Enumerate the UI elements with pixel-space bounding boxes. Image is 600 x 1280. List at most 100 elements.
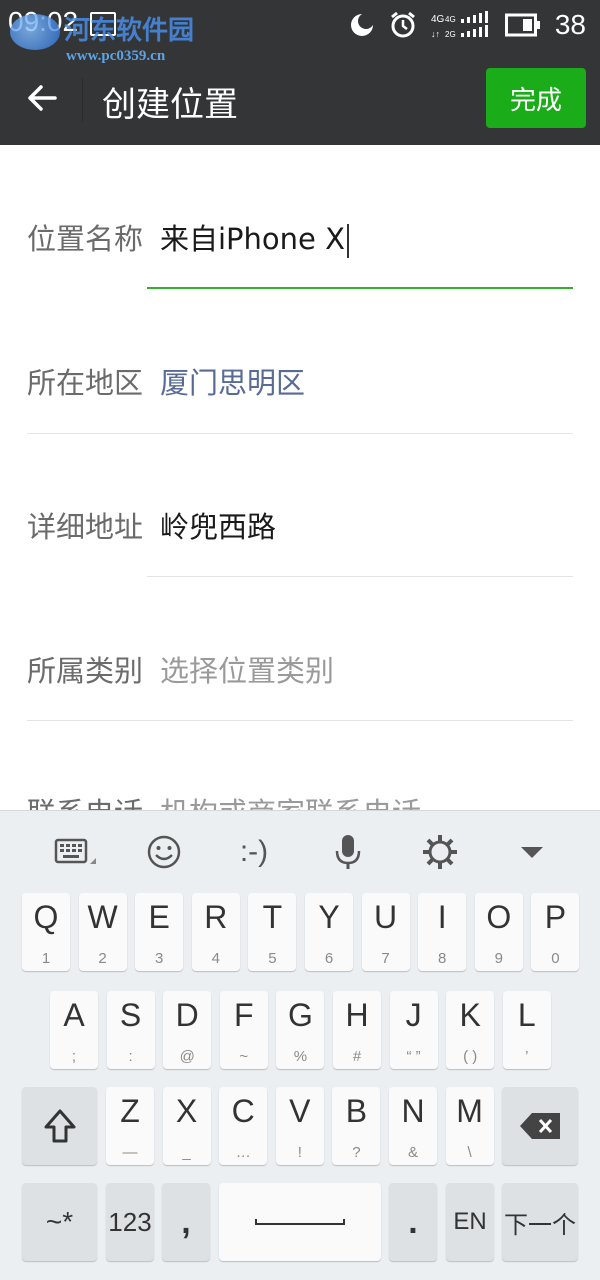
emoji-icon (147, 835, 181, 869)
key-l[interactable]: L’ (502, 991, 551, 1069)
key-y[interactable]: Y6 (305, 893, 353, 971)
key-d[interactable]: D @ (163, 991, 212, 1069)
emoji-button[interactable] (138, 829, 190, 875)
key-n[interactable]: N & (389, 1087, 437, 1165)
key-sub-label: & (407, 1144, 418, 1161)
key-sub-label: 5 (268, 950, 277, 967)
key-main-label: W (87, 899, 118, 935)
next-key-label: 下一个 (504, 1210, 576, 1239)
key-main-label: V (289, 1093, 311, 1129)
do-not-disturb-icon (349, 12, 375, 38)
svg-text:4G: 4G (431, 14, 445, 25)
key-main-label: T (262, 899, 283, 935)
address-input-underline (147, 576, 573, 577)
key-sub-label: “ ” (406, 1048, 421, 1065)
keyboard-switch-button[interactable] (50, 829, 102, 875)
key-main-label: K (459, 997, 481, 1033)
region-selector[interactable]: 厦门思明区 (160, 360, 305, 402)
name-input[interactable]: 来自iPhone X (160, 216, 349, 258)
key-h[interactable]: H # (333, 991, 381, 1069)
key-sub-label: ’ (525, 1048, 529, 1065)
language-key[interactable]: EN (446, 1183, 494, 1261)
address-label: 详细地址 (27, 510, 144, 544)
battery-icon (504, 13, 541, 37)
next-key[interactable]: 下一个 (502, 1183, 578, 1261)
key-v[interactable]: V! (275, 1087, 324, 1165)
hide-keyboard-button[interactable] (506, 829, 558, 875)
key-i[interactable]: I8 (418, 893, 467, 971)
key-main-label: Y (318, 899, 340, 935)
category-selector[interactable]: 选择位置类别 (160, 648, 334, 690)
comma-key-label: , (181, 1202, 191, 1241)
backspace-key[interactable] (502, 1087, 578, 1165)
key-t[interactable]: T5 (248, 893, 297, 971)
numbers-key[interactable]: 123 (106, 1183, 154, 1261)
key-main-label: U (374, 899, 398, 935)
key-main-label: S (119, 997, 142, 1033)
settings-icon (423, 835, 457, 869)
key-j[interactable]: J “ ” (389, 991, 438, 1069)
space-key[interactable] (219, 1183, 381, 1261)
key-sub-label: \ (467, 1144, 472, 1161)
key-c[interactable]: C… (219, 1087, 268, 1165)
key-g[interactable]: G% (276, 991, 325, 1069)
language-key-label: EN (453, 1208, 487, 1235)
emoticon-button[interactable]: :-) (228, 829, 280, 875)
key-sub-label: ; (71, 1048, 77, 1065)
key-e[interactable]: E3 (135, 893, 184, 971)
page-title: 创建位置 (102, 85, 238, 125)
key-o[interactable]: O9 (474, 893, 523, 971)
symbols-key[interactable]: ~* (22, 1183, 97, 1261)
key-sub-label: : (128, 1048, 133, 1065)
name-label: 位置名称 (27, 222, 144, 256)
key-main-label: M (456, 1093, 483, 1129)
key-m[interactable]: M \ (445, 1087, 494, 1165)
key-sub-label: ! (297, 1144, 302, 1161)
key-k[interactable]: K ( ) (446, 991, 495, 1069)
address-input[interactable]: 岭兜西路 (160, 504, 276, 546)
key-b[interactable]: B? (332, 1087, 381, 1165)
comma-key[interactable]: , (162, 1183, 210, 1261)
shift-icon (22, 1087, 97, 1165)
key-sub-label: ( ) (463, 1048, 478, 1065)
key-u[interactable]: U7 (361, 893, 410, 971)
watermark-title: 河东软件园 (64, 16, 195, 46)
key-main-label: X (175, 1093, 198, 1129)
back-button[interactable] (20, 76, 64, 120)
key-sub-label: ? (352, 1144, 361, 1161)
key-main-label: J (405, 997, 422, 1033)
key-f[interactable]: F ~ (219, 991, 268, 1069)
key-a[interactable]: A; (50, 991, 98, 1069)
key-main-label: F (234, 997, 254, 1033)
key-sub-label: 0 (551, 950, 560, 967)
hide-keyboard-icon (521, 847, 543, 858)
category-label: 所属类别 (27, 654, 144, 688)
key-w[interactable]: W2 (78, 893, 127, 971)
appbar-divider (82, 78, 83, 122)
key-main-label: H (345, 997, 369, 1033)
shift-key[interactable] (22, 1087, 97, 1165)
key-q[interactable]: Q1 (22, 893, 70, 971)
svg-text:↓↑: ↓↑ (431, 29, 440, 39)
name-input-underline (147, 287, 573, 289)
key-p[interactable]: P0 (531, 893, 580, 971)
key-main-label: D (175, 997, 199, 1033)
key-main-label: L (517, 997, 536, 1033)
period-key-label: . (408, 1202, 418, 1241)
key-z[interactable]: Z — (106, 1087, 154, 1165)
keyboard-settings-button[interactable] (414, 829, 466, 875)
soft-keyboard: :-) Q1W2E3R4T5Y6U7I8O9P0 A; S: D @ F ~ G% H # J “ … (0, 810, 600, 1280)
key-sub-label: … (235, 1144, 251, 1161)
key-x[interactable]: X _ (162, 1087, 211, 1165)
done-button[interactable]: 完成 (486, 68, 586, 128)
key-main-label: Q (33, 899, 59, 935)
key-sub-label: 7 (381, 950, 390, 967)
alarm-icon (389, 11, 417, 39)
key-r[interactable]: R4 (191, 893, 240, 971)
key-main-label: E (148, 899, 170, 935)
key-s[interactable]: S: (106, 991, 155, 1069)
voice-input-button[interactable] (322, 829, 374, 875)
period-key[interactable]: . (389, 1183, 437, 1261)
text-cursor (346, 224, 349, 258)
key-sub-label: 4 (211, 950, 220, 967)
